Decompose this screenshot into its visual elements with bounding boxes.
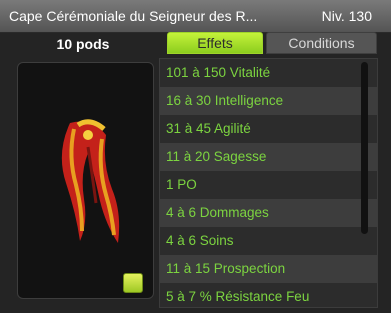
effect-row: 1 PO	[160, 171, 377, 199]
effect-row: 4 à 6 Soins	[160, 227, 377, 255]
effect-row: 5 à 7 % Résistance Feu	[160, 283, 377, 307]
effects-scrollbar[interactable]	[361, 62, 368, 234]
effect-row: 101 à 150 Vitalité	[160, 59, 377, 87]
tab-effets[interactable]: Effets	[167, 32, 263, 54]
effects-list: 101 à 150 Vitalité 16 à 30 Intelligence …	[159, 58, 378, 308]
item-level: Niv. 130	[321, 8, 372, 24]
item-title: Cape Cérémoniale du Seigneur des R...	[9, 8, 258, 24]
red-cape-image	[61, 119, 120, 243]
item-weight: 10 pods	[56, 36, 110, 52]
effect-row: 11 à 15 Prospection	[160, 255, 377, 283]
effect-row: 31 à 45 Agilité	[160, 115, 377, 143]
effect-row: 4 à 6 Dommages	[160, 199, 377, 227]
effect-row: 16 à 30 Intelligence	[160, 87, 377, 115]
effect-row: 11 à 20 Sagesse	[160, 143, 377, 171]
title-bar: Cape Cérémoniale du Seigneur des R... Ni…	[0, 0, 391, 33]
tab-conditions[interactable]: Conditions	[266, 32, 377, 54]
item-image-panel	[17, 62, 154, 299]
equip-icon[interactable]	[123, 273, 143, 293]
